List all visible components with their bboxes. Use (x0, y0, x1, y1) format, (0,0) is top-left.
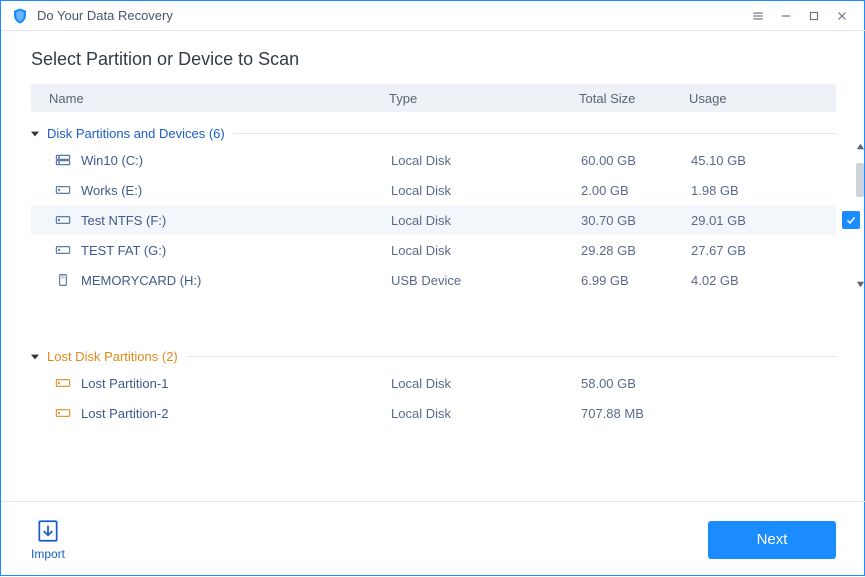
row-usage: 27.67 GB (691, 243, 791, 258)
hdd-icon (53, 153, 73, 167)
col-usage: Usage (689, 91, 789, 106)
app-title: Do Your Data Recovery (37, 8, 173, 23)
row-type: USB Device (391, 273, 581, 288)
menu-button[interactable] (744, 2, 772, 30)
section-lost: Lost Disk Partitions (2) Lost Partition-… (31, 349, 836, 428)
minimize-button[interactable] (772, 2, 800, 30)
main-panel: Select Partition or Device to Scan Name … (1, 31, 865, 501)
row-size: 60.00 GB (581, 153, 691, 168)
partition-row[interactable]: TEST FAT (G:) Local Disk 29.28 GB 27.67 … (31, 235, 836, 265)
column-headers: Name Type Total Size Usage (31, 84, 836, 112)
import-button[interactable]: Import (31, 518, 65, 561)
drive-icon (53, 243, 73, 257)
maximize-button[interactable] (800, 2, 828, 30)
section-label: Lost Disk Partitions (2) (47, 349, 178, 364)
close-button[interactable] (828, 2, 856, 30)
row-usage: 1.98 GB (691, 183, 791, 198)
import-label: Import (31, 547, 65, 561)
usb-icon (53, 273, 73, 287)
scroll-up-icon[interactable] (853, 139, 865, 153)
section-label: Disk Partitions and Devices (6) (47, 126, 225, 141)
row-name: Works (E:) (81, 183, 391, 198)
row-name: Win10 (C:) (81, 153, 391, 168)
partition-row[interactable]: MEMORYCARD (H:) USB Device 6.99 GB 4.02 … (31, 265, 836, 295)
lost-drive-icon (53, 406, 73, 420)
drive-icon (53, 213, 73, 227)
section-header-partitions[interactable]: Disk Partitions and Devices (6) (31, 126, 836, 141)
row-size: 58.00 GB (581, 376, 691, 391)
section-header-lost[interactable]: Lost Disk Partitions (2) (31, 349, 836, 364)
scrollbar[interactable] (852, 139, 865, 291)
row-usage: 4.02 GB (691, 273, 791, 288)
lost-row[interactable]: Lost Partition-1 Local Disk 58.00 GB (31, 368, 836, 398)
row-name: MEMORYCARD (H:) (81, 273, 391, 288)
lost-row[interactable]: Lost Partition-2 Local Disk 707.88 MB (31, 398, 836, 428)
row-name: Lost Partition-2 (81, 406, 391, 421)
row-type: Local Disk (391, 213, 581, 228)
row-type: Local Disk (391, 153, 581, 168)
drive-icon (53, 183, 73, 197)
app-icon (11, 7, 29, 25)
row-name: Lost Partition-1 (81, 376, 391, 391)
col-size: Total Size (579, 91, 689, 106)
lost-list: Lost Partition-1 Local Disk 58.00 GB Los… (31, 368, 836, 428)
scroll-down-icon[interactable] (853, 277, 865, 291)
footer: Import Next (1, 501, 865, 577)
row-size: 30.70 GB (581, 213, 691, 228)
col-name: Name (49, 91, 389, 106)
row-size: 6.99 GB (581, 273, 691, 288)
import-icon (35, 518, 61, 547)
lost-drive-icon (53, 376, 73, 390)
scroll-track[interactable] (854, 153, 865, 277)
section-partitions: Disk Partitions and Devices (6) Win10 (C… (31, 126, 836, 295)
caret-down-icon (31, 349, 41, 364)
row-name: TEST FAT (G:) (81, 243, 391, 258)
row-size: 29.28 GB (581, 243, 691, 258)
col-type: Type (389, 91, 579, 106)
partition-list: Win10 (C:) Local Disk 60.00 GB 45.10 GB … (31, 145, 836, 295)
row-type: Local Disk (391, 243, 581, 258)
row-size: 707.88 MB (581, 406, 691, 421)
scroll-thumb[interactable] (856, 163, 864, 197)
caret-down-icon (31, 126, 41, 141)
next-button[interactable]: Next (708, 521, 836, 559)
row-size: 2.00 GB (581, 183, 691, 198)
partition-row[interactable]: Test NTFS (F:) Local Disk 30.70 GB 29.01… (31, 205, 836, 235)
titlebar: Do Your Data Recovery (1, 1, 865, 31)
row-usage: 45.10 GB (691, 153, 791, 168)
partition-row[interactable]: Win10 (C:) Local Disk 60.00 GB 45.10 GB (31, 145, 836, 175)
partition-row[interactable]: Works (E:) Local Disk 2.00 GB 1.98 GB (31, 175, 836, 205)
row-name: Test NTFS (F:) (81, 213, 391, 228)
page-title: Select Partition or Device to Scan (31, 49, 836, 70)
row-type: Local Disk (391, 183, 581, 198)
row-type: Local Disk (391, 406, 581, 421)
row-type: Local Disk (391, 376, 581, 391)
row-usage: 29.01 GB (691, 213, 791, 228)
